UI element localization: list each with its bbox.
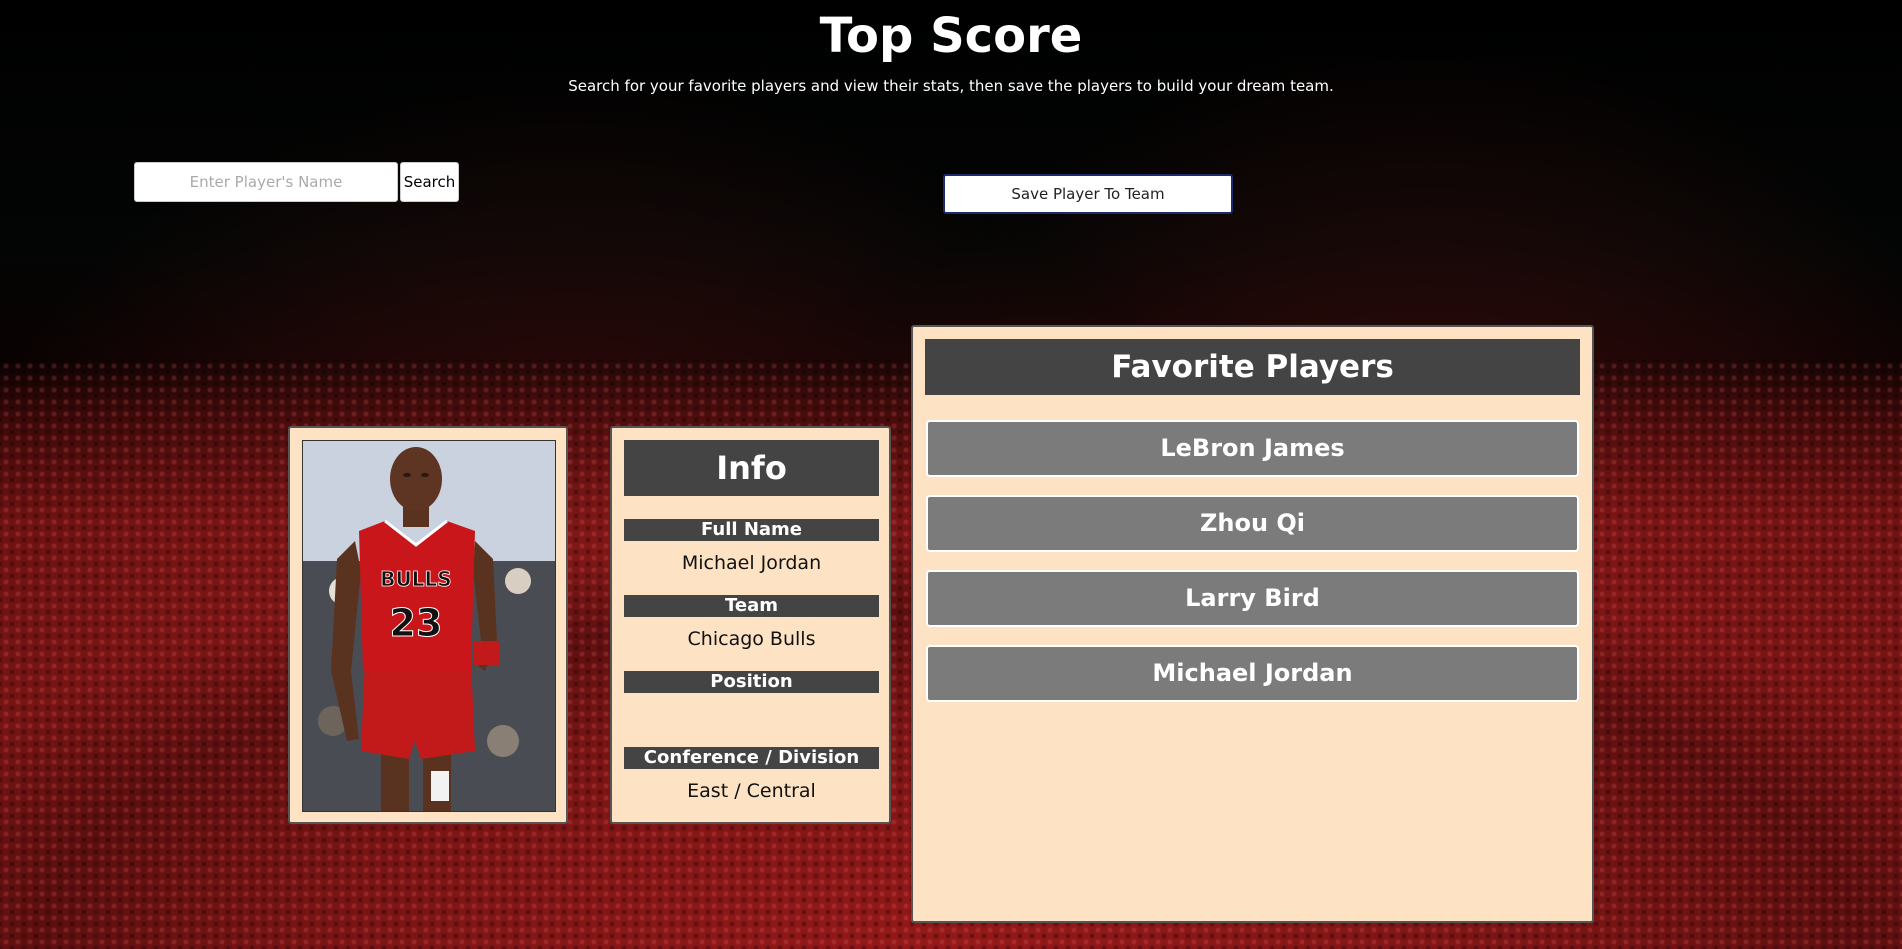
position-value [624,701,879,729]
favorite-player-item[interactable]: Zhou Qi [926,495,1579,552]
search-button[interactable]: Search [400,162,459,202]
position-label: Position [624,671,879,693]
save-player-button[interactable]: Save Player To Team [943,174,1233,214]
page-title: Top Score [819,8,1083,64]
favorite-players-card: Favorite Players LeBron James Zhou Qi La… [911,325,1594,923]
favorites-heading: Favorite Players [925,339,1580,395]
player-info-card: Info Full Name Michael Jordan Team Chica… [610,426,891,824]
team-label: Team [624,595,879,617]
conference-division-label: Conference / Division [624,747,879,769]
info-heading: Info [624,440,879,496]
favorite-player-item[interactable]: Michael Jordan [926,645,1579,702]
favorite-player-item[interactable]: LeBron James [926,420,1579,477]
favorite-player-item[interactable]: Larry Bird [926,570,1579,627]
page-subtitle: Search for your favorite players and vie… [568,77,1334,95]
conference-division-value: East / Central [687,780,816,802]
full-name-value: Michael Jordan [681,552,822,574]
player-photo: BULLS 23 [302,440,556,812]
player-photo-illustration: BULLS 23 [303,441,555,811]
team-value: Chicago Bulls [687,628,816,650]
jersey-team-text: BULLS [380,567,451,591]
full-name-label: Full Name [624,519,879,541]
jersey-number-text: 23 [390,601,443,645]
player-photo-card: BULLS 23 [288,426,568,824]
player-search-input[interactable] [134,162,398,202]
